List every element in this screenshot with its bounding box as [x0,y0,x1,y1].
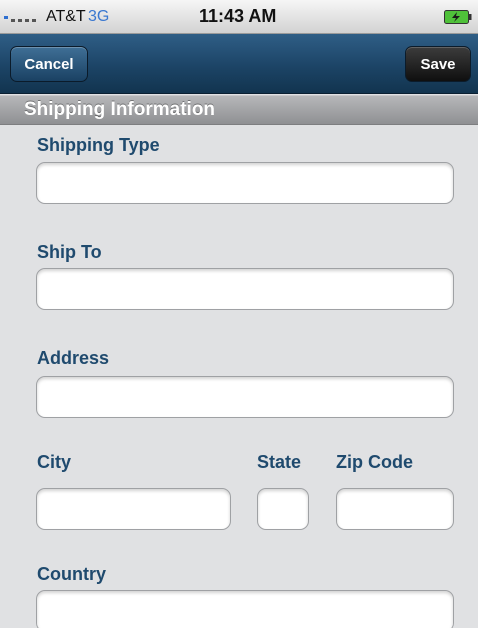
city-label: City [37,452,72,472]
signal-strength-icon [4,16,36,22]
zip-code-label: Zip Code [336,452,413,472]
country-input[interactable] [36,590,454,628]
carrier-name: AT&T [46,8,86,25]
phone-screen: AT&T 3G 11:43 AM Cancel Save Shipping In… [0,0,478,628]
battery-charging-icon [444,10,472,24]
cancel-button[interactable]: Cancel [10,46,88,82]
section-header: Shipping Information [0,95,478,125]
status-time: 11:43 AM [199,6,277,26]
status-bar: AT&T 3G 11:43 AM [0,0,478,34]
address-label: Address [37,348,110,368]
shipping-type-input[interactable] [36,162,454,204]
city-input[interactable] [36,488,231,530]
ship-to-input[interactable] [36,268,454,310]
address-input[interactable] [36,376,454,418]
state-label: State [257,452,302,472]
save-button[interactable]: Save [405,46,471,82]
navigation-bar: Cancel Save [0,34,478,94]
ship-to-label: Ship To [37,242,102,262]
zip-code-input[interactable] [336,488,454,530]
network-type: 3G [88,8,110,25]
state-input[interactable] [257,488,309,530]
country-label: Country [37,564,106,584]
shipping-type-label: Shipping Type [37,135,160,155]
